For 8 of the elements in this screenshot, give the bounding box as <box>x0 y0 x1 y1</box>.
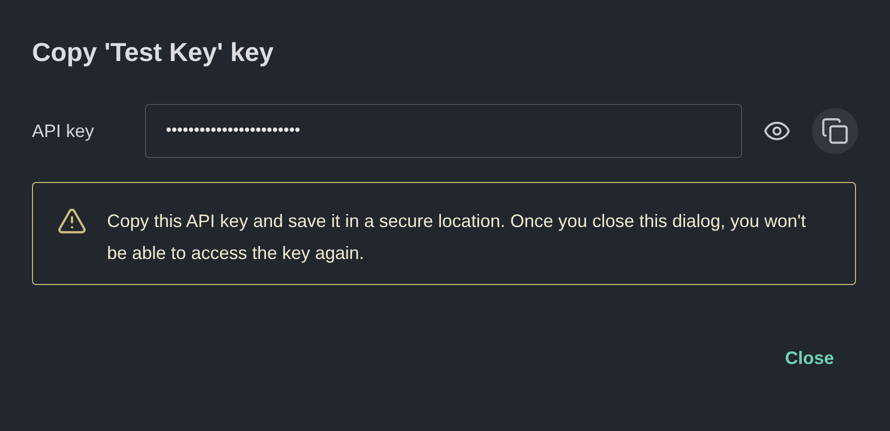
warning-icon <box>57 206 87 236</box>
warning-message: Copy this API key and save it in a secure location. Once you close this dialog, you won't be able to access the key again. <box>107 210 807 265</box>
copy-icon <box>821 117 850 145</box>
dialog-title: Copy 'Test Key' key <box>32 36 274 69</box>
copy-button[interactable] <box>812 108 858 154</box>
api-key-field[interactable]: •••••••••••••••••••••••• <box>144 104 742 158</box>
close-button[interactable]: Close <box>780 341 838 376</box>
field-label: API key <box>32 120 96 143</box>
